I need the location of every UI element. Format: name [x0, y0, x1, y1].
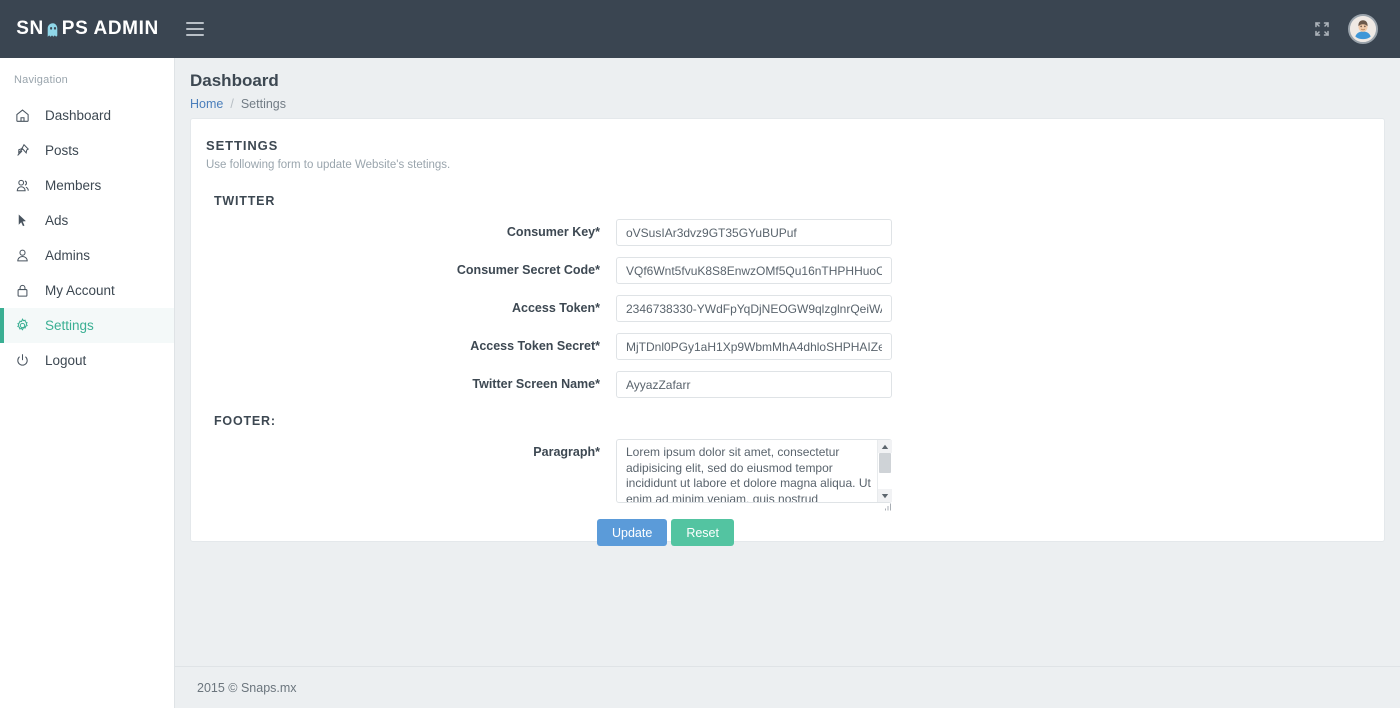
brand-text-prefix: SN — [16, 18, 44, 39]
consumer-key-input[interactable] — [616, 219, 892, 246]
sidebar-item-posts[interactable]: Posts — [0, 133, 174, 168]
sidebar-item-settings[interactable]: Settings — [0, 308, 174, 343]
cursor-icon — [14, 212, 31, 229]
breadcrumb-current: Settings — [240, 97, 286, 111]
sidebar-item-label: Admins — [45, 248, 91, 263]
paragraph-label: Paragraph* — [533, 445, 600, 459]
user-icon — [14, 247, 31, 264]
form-row-access-token-secret: Access Token Secret* — [191, 333, 1384, 360]
hamburger-bar — [186, 22, 204, 24]
footer-section-heading: FOOTER: — [214, 414, 276, 428]
access-token-label: Access Token* — [511, 301, 600, 315]
sidebar-item-ads[interactable]: Ads — [0, 203, 174, 238]
lock-icon — [14, 282, 31, 299]
users-group-icon — [14, 177, 31, 194]
sidebar-item-label: My Account — [45, 283, 115, 298]
sidebar-heading: Navigation — [14, 74, 68, 86]
sidebar-item-admins[interactable]: Admins — [0, 238, 174, 273]
sidebar-item-label: Settings — [45, 318, 94, 333]
main-content: Dashboard Home / Settings SETTINGS Use f… — [175, 58, 1400, 708]
access-token-secret-input[interactable] — [616, 333, 892, 360]
brand-text: SN PS ADMIN — [16, 18, 159, 40]
access-token-input[interactable] — [616, 295, 892, 322]
card-title: SETTINGS — [206, 138, 279, 153]
twitter-section-heading: TWITTER — [214, 194, 276, 208]
twitter-screen-name-input[interactable] — [616, 371, 892, 398]
brand-text-suffix: PS ADMIN — [61, 18, 159, 39]
paragraph-textarea-wrap: Lorem ipsum dolor sit amet, consectetur … — [616, 439, 892, 511]
twitter-screen-name-label: Twitter Screen Name* — [472, 377, 600, 391]
copyright-text: 2015 © Snaps.mx — [197, 680, 297, 695]
user-avatar[interactable] — [1348, 14, 1378, 44]
card-subtitle: Use following form to update Website's s… — [206, 159, 451, 171]
brand-logo[interactable]: SN PS ADMIN — [0, 0, 175, 58]
home-icon — [14, 107, 31, 124]
scroll-up-arrow-icon[interactable] — [877, 440, 892, 453]
scrollbar-track[interactable] — [877, 453, 892, 489]
consumer-secret-input[interactable] — [616, 257, 892, 284]
breadcrumb-separator: / — [230, 97, 234, 111]
form-row-screen-name: Twitter Screen Name* — [191, 371, 1384, 398]
pin-icon — [14, 142, 31, 159]
access-token-secret-label: Access Token Secret* — [470, 339, 600, 353]
sidebar: Navigation Dashboard Posts Members Ads A… — [0, 58, 175, 708]
update-button[interactable]: Update — [597, 519, 668, 546]
sidebar-item-label: Dashboard — [45, 108, 112, 123]
consumer-secret-label: Consumer Secret Code* — [456, 263, 600, 277]
textarea-resize-grip[interactable] — [882, 498, 891, 511]
sidebar-item-label: Posts — [45, 143, 79, 158]
breadcrumb: Home / Settings — [175, 91, 1400, 111]
hamburger-menu-icon[interactable] — [186, 18, 208, 40]
sidebar-item-logout[interactable]: Logout — [0, 343, 174, 378]
sidebar-item-my-account[interactable]: My Account — [0, 273, 174, 308]
breadcrumb-home-link[interactable]: Home — [190, 97, 223, 111]
page-footer: 2015 © Snaps.mx — [175, 666, 1400, 708]
form-row-paragraph: Paragraph* Lorem ipsum dolor sit amet, c… — [191, 439, 1384, 511]
topbar-actions — [1312, 14, 1400, 44]
scrollbar-thumb[interactable] — [878, 453, 891, 473]
form-buttons: Update Reset — [191, 519, 1384, 546]
paragraph-textarea[interactable]: Lorem ipsum dolor sit amet, consectetur … — [616, 439, 892, 503]
page-title: Dashboard — [190, 71, 279, 90]
reset-button[interactable]: Reset — [671, 519, 734, 546]
ghost-icon — [45, 22, 61, 39]
settings-card: SETTINGS Use following form to update We… — [190, 118, 1385, 546]
sidebar-item-label: Ads — [45, 213, 69, 228]
sidebar-item-label: Logout — [45, 353, 87, 368]
form-row-consumer-secret: Consumer Secret Code* — [191, 257, 1384, 284]
fullscreen-expand-icon[interactable] — [1312, 19, 1332, 39]
gear-icon — [14, 317, 31, 334]
form-row-access-token: Access Token* — [191, 295, 1384, 322]
top-navbar: SN PS ADMIN — [0, 0, 1400, 58]
sidebar-item-members[interactable]: Members — [0, 168, 174, 203]
textarea-scrollbar[interactable] — [877, 440, 892, 502]
hamburger-bar — [186, 34, 204, 36]
hamburger-bar — [186, 28, 204, 30]
consumer-key-label: Consumer Key* — [506, 225, 600, 239]
power-icon — [14, 352, 31, 369]
form-row-consumer-key: Consumer Key* — [191, 219, 1384, 246]
sidebar-item-label: Members — [45, 178, 102, 193]
sidebar-item-dashboard[interactable]: Dashboard — [0, 98, 174, 133]
